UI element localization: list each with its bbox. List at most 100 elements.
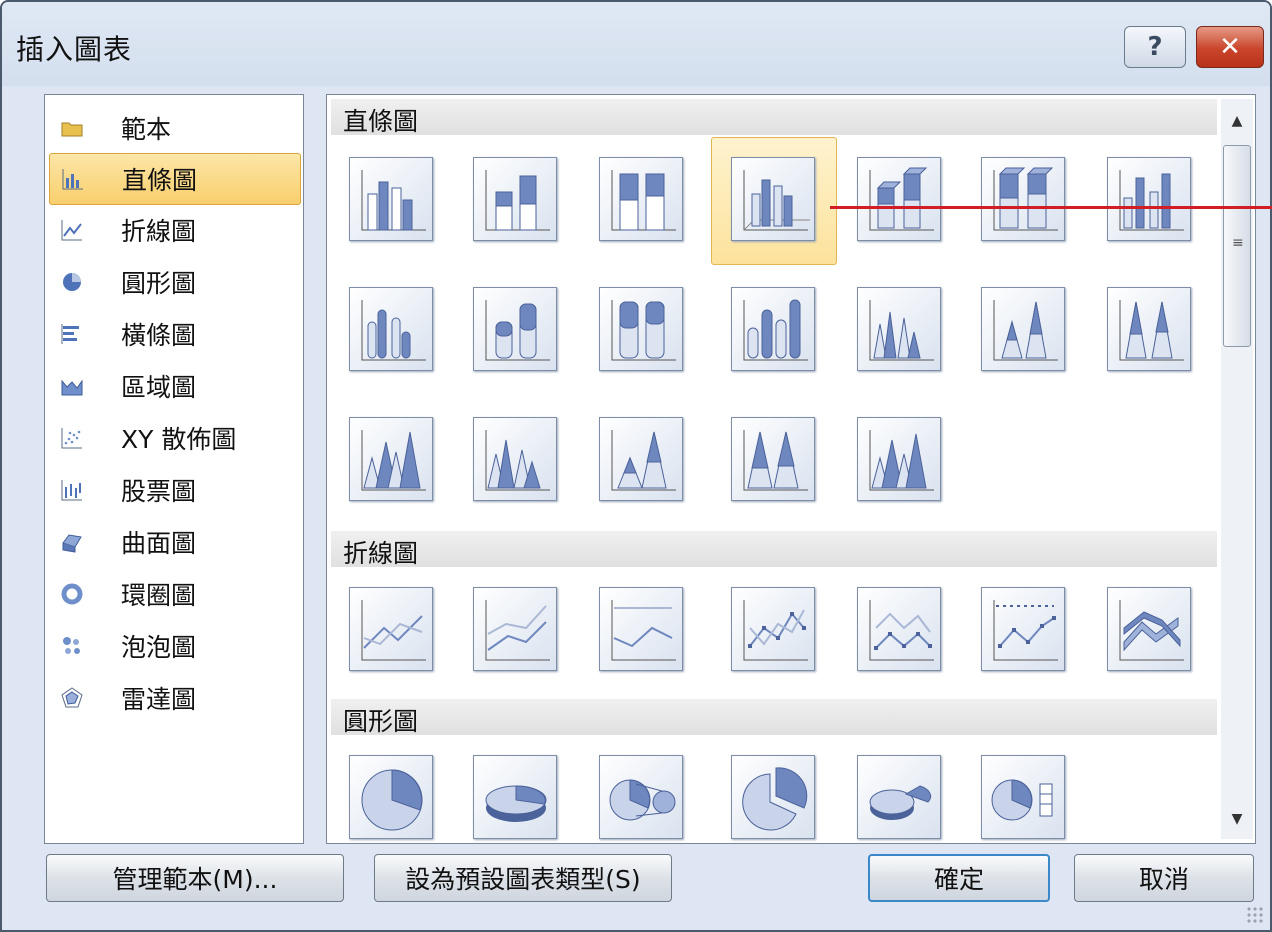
exploded-pie-3d-icon	[869, 785, 932, 820]
dialog-title: 插入圖表	[16, 33, 133, 66]
percent-stacked-line-markers-icon	[993, 600, 1058, 661]
cylinder-clustered-icon	[361, 300, 426, 361]
chart-thumb-stacked-line-markers[interactable]	[857, 587, 941, 671]
chart-thumb-3d-stacked-column[interactable]	[857, 157, 941, 241]
resize-grip-icon[interactable]	[1246, 906, 1264, 924]
chart-thumb-3d-clustered-column[interactable]	[731, 157, 815, 241]
section-title: 直條圖	[343, 107, 419, 136]
exploded-pie-icon	[742, 767, 808, 831]
line-markers-icon	[743, 600, 808, 661]
category-radar[interactable]: 雷達圖	[49, 673, 299, 723]
cone-3d-icon	[361, 430, 426, 491]
category-stock[interactable]: 股票圖	[49, 465, 299, 515]
chart-thumb-3d-line[interactable]	[1107, 587, 1191, 671]
column-chart-icon	[62, 169, 83, 190]
category-column[interactable]: 直條圖	[49, 153, 301, 205]
line-chart-icon	[61, 220, 82, 241]
chart-thumb-clustered-cone[interactable]	[857, 287, 941, 371]
cylinder-stacked-icon	[485, 300, 550, 361]
chart-thumb-stacked-pyramid[interactable]	[599, 417, 683, 501]
scrollbar-thumb[interactable]: ≡	[1223, 145, 1251, 347]
pyramid-clustered-icon	[485, 430, 550, 491]
chart-thumb-stacked-column[interactable]	[473, 157, 557, 241]
close-button[interactable]: ✕	[1196, 26, 1264, 68]
chart-thumb-stacked-cone[interactable]	[981, 287, 1065, 371]
chart-thumb-100-stacked-line-markers[interactable]	[981, 587, 1065, 671]
chart-thumb-100-stacked-line[interactable]	[599, 587, 683, 671]
chart-thumb-clustered-pyramid[interactable]	[473, 417, 557, 501]
chart-thumb-bar-of-pie[interactable]	[981, 755, 1065, 839]
chart-thumb-exploded-pie[interactable]	[731, 755, 815, 839]
chart-thumb-line[interactable]	[349, 587, 433, 671]
category-label: 折線圖	[121, 217, 197, 246]
chart-thumb-100-stacked-pyramid[interactable]	[731, 417, 815, 501]
category-area[interactable]: 區域圖	[49, 361, 299, 411]
cone-clustered-icon	[869, 300, 934, 361]
chart-thumb-3d-pie[interactable]	[473, 755, 557, 839]
category-bubble[interactable]: 泡泡圖	[49, 621, 299, 671]
cylinder-3d-icon	[743, 299, 808, 361]
chart-thumb-clustered-cylinder[interactable]	[349, 287, 433, 371]
column-3d-clustered-icon	[743, 170, 810, 231]
chart-thumb-stacked-cylinder[interactable]	[473, 287, 557, 371]
line-icon	[361, 600, 426, 661]
gallery-scrollbar[interactable]: ▲ ≡ ▼	[1221, 99, 1253, 839]
category-label: 雷達圖	[121, 685, 197, 714]
chart-thumb-100-stacked-cylinder[interactable]	[599, 287, 683, 371]
category-surface[interactable]: 曲面圖	[49, 517, 299, 567]
column-3d-percent-stacked-icon	[993, 167, 1058, 231]
pie-3d-icon	[485, 785, 547, 822]
stacked-column-icon	[485, 170, 550, 231]
help-button[interactable]: ?	[1124, 26, 1186, 68]
chart-thumb-3d-cone[interactable]	[349, 417, 433, 501]
chart-thumb-100-stacked-column[interactable]	[599, 157, 683, 241]
column-3d-icon	[1119, 170, 1184, 231]
category-bar[interactable]: 橫條圖	[49, 309, 299, 359]
chart-thumb-3d-exploded-pie[interactable]	[857, 755, 941, 839]
chart-thumb-3d-pyramid[interactable]	[857, 417, 941, 501]
pie-icon	[361, 769, 423, 831]
set-as-default-chart-button[interactable]: 設為預設圖表類型(S)	[374, 854, 672, 902]
category-scatter[interactable]: XY 散佈圖	[49, 413, 299, 463]
chart-thumb-clustered-column[interactable]	[349, 157, 433, 241]
category-label: 橫條圖	[121, 321, 197, 350]
cancel-button[interactable]: 取消	[1074, 854, 1254, 902]
chart-thumb-pie[interactable]	[349, 755, 433, 839]
category-pie[interactable]: 圓形圖	[49, 257, 299, 307]
chart-thumb-line-markers[interactable]	[731, 587, 815, 671]
pie-of-pie-icon	[609, 779, 676, 821]
doughnut-chart-icon	[61, 583, 83, 605]
chart-thumb-100-stacked-cone[interactable]	[1107, 287, 1191, 371]
category-label: 範本	[121, 115, 172, 144]
scroll-up-arrow-icon[interactable]: ▲	[1225, 109, 1249, 133]
stacked-line-icon	[485, 600, 550, 661]
insert-chart-dialog: 插入圖表 ? ✕ 範本 直條圖 折線圖 圓形圖 橫條圖 區域圖 XY 散佈圖 股…	[0, 0, 1272, 932]
section-title: 折線圖	[343, 539, 419, 568]
section-header-pie: 圓形圖	[331, 699, 1217, 736]
bubble-chart-icon	[63, 637, 80, 654]
category-line[interactable]: 折線圖	[49, 205, 299, 255]
section-header-column: 直條圖	[331, 99, 1217, 136]
manage-templates-button[interactable]: 管理範本(M)...	[46, 854, 344, 902]
clustered-column-icon	[361, 170, 426, 231]
stock-chart-icon	[61, 480, 82, 501]
ok-button[interactable]: 確定	[868, 854, 1050, 902]
chart-thumb-3d-cylinder[interactable]	[731, 287, 815, 371]
stacked-line-markers-icon	[869, 600, 934, 661]
section-header-line: 折線圖	[331, 531, 1217, 568]
category-label: XY 散佈圖	[121, 425, 237, 454]
line-3d-icon	[1119, 600, 1184, 661]
category-label: 股票圖	[121, 477, 197, 506]
bar-chart-icon	[61, 324, 79, 344]
pyramid-percent-stacked-icon	[743, 430, 808, 491]
chart-thumb-pie-of-pie[interactable]	[599, 755, 683, 839]
callout-pointer-line	[830, 206, 1272, 209]
chart-thumb-3d-100-stacked-column[interactable]	[981, 157, 1065, 241]
category-doughnut[interactable]: 環圈圖	[49, 569, 299, 619]
chart-thumb-3d-column[interactable]	[1107, 157, 1191, 241]
category-templates[interactable]: 範本	[49, 103, 299, 153]
scroll-down-arrow-icon[interactable]: ▼	[1225, 807, 1249, 831]
category-label: 直條圖	[122, 166, 198, 195]
percent-stacked-line-icon	[611, 600, 676, 661]
chart-thumb-stacked-line[interactable]	[473, 587, 557, 671]
